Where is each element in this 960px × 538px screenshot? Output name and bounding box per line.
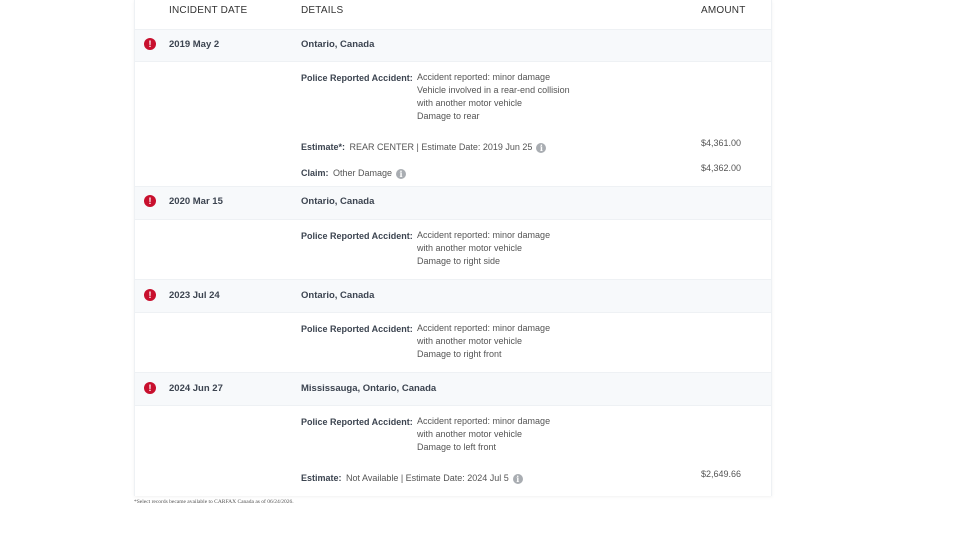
police-report-line: with another motor vehicle <box>417 243 523 253</box>
incident-row-3 <box>135 279 771 313</box>
police-report-line: with another motor vehicle <box>417 98 523 108</box>
claim-label: Claim: <box>301 168 329 178</box>
police-report-line: with another motor vehicle <box>417 336 523 346</box>
incident-row-2 <box>135 186 771 220</box>
police-report-line: Vehicle involved in a rear-end collision <box>417 85 570 95</box>
incident-date-header: INCIDENT DATE <box>169 5 248 16</box>
claim-entry: Claim: Other Damage i <box>301 163 406 181</box>
estimate-entry: Estimate: Not Available | Estimate Date:… <box>301 468 523 486</box>
incident-date: 2023 Jul 24 <box>169 290 220 301</box>
estimate-text: REAR CENTER | Estimate Date: 2019 Jun 25 <box>349 142 533 152</box>
info-icon[interactable]: i <box>512 474 523 484</box>
incident-row-1 <box>135 29 771 62</box>
estimate-amount: $4,361.00 <box>701 138 742 148</box>
details-header: DETAILS <box>301 5 344 16</box>
police-report-label: Police Reported Accident: <box>301 324 413 334</box>
estimate-amount: $2,649.66 <box>701 469 742 479</box>
police-report-label: Police Reported Accident: <box>301 231 413 241</box>
police-report-line: with another motor vehicle <box>417 429 523 439</box>
incident-date: 2024 Jun 27 <box>169 383 223 394</box>
info-icon[interactable]: i <box>396 169 406 179</box>
incident-location: Mississauga, Ontario, Canada <box>301 383 437 394</box>
incident-date: 2020 Mar 15 <box>169 196 223 207</box>
police-report-label: Police Reported Accident: <box>301 73 413 83</box>
police-report-line: Accident reported: minor damage <box>417 72 551 82</box>
alert-icon: ! <box>144 289 156 301</box>
police-report-line: Damage to rear <box>417 111 480 121</box>
incident-date: 2019 May 2 <box>169 39 220 50</box>
incident-location: Ontario, Canada <box>301 39 375 50</box>
police-report-line: Damage to right front <box>417 349 502 359</box>
incident-row-4 <box>135 372 771 406</box>
alert-icon: ! <box>144 38 156 50</box>
incident-location: Ontario, Canada <box>301 290 375 301</box>
police-report-line: Accident reported: minor damage <box>417 230 551 240</box>
police-report-line: Damage to left front <box>417 442 497 452</box>
estimate-text: Not Available | Estimate Date: 2024 Jul … <box>345 473 509 483</box>
amount-header: AMOUNT <box>701 5 746 16</box>
claim-amount: $4,362.00 <box>701 163 742 173</box>
police-report-line: Accident reported: minor damage <box>417 323 551 333</box>
estimate-label: Estimate*: <box>301 142 346 152</box>
alert-icon: ! <box>144 382 156 394</box>
footnote: *Select records became available to CARF… <box>134 499 294 505</box>
police-report-line: Accident reported: minor damage <box>417 416 551 426</box>
estimate-entry: Estimate*: REAR CENTER | Estimate Date: … <box>301 137 547 155</box>
police-report-label: Police Reported Accident: <box>301 417 413 427</box>
alert-icon: ! <box>144 195 156 207</box>
incident-location: Ontario, Canada <box>301 196 375 207</box>
claim-text: Other Damage <box>332 168 392 178</box>
accident-damage-table: INCIDENT DATE DETAILS AMOUNT ! 2019 May … <box>134 0 772 496</box>
estimate-label: Estimate: <box>301 473 342 483</box>
info-icon[interactable]: i <box>536 143 547 153</box>
police-report-line: Damage to right side <box>417 256 501 266</box>
